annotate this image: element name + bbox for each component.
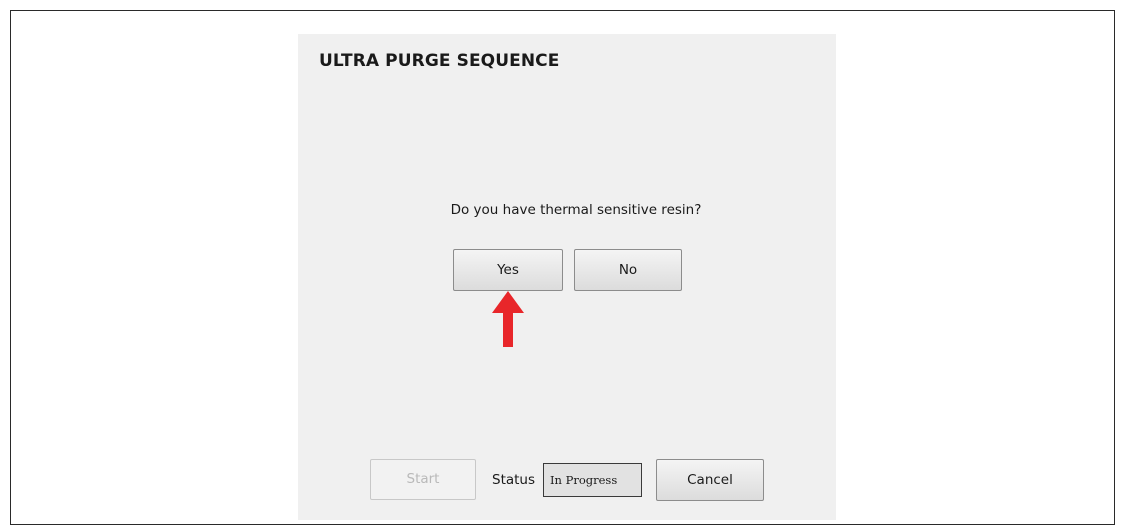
no-button[interactable]: No — [574, 249, 682, 291]
dialog-title: ULTRA PURGE SEQUENCE — [319, 51, 560, 71]
start-button[interactable]: Start — [370, 459, 476, 500]
yes-button[interactable]: Yes — [453, 249, 563, 291]
cancel-button[interactable]: Cancel — [656, 459, 764, 501]
status-label: Status — [492, 472, 536, 488]
ultra-purge-dialog: ULTRA PURGE SEQUENCE Do you have thermal… — [298, 34, 836, 520]
status-field: In Progress — [543, 463, 642, 497]
red-up-arrow-icon — [492, 291, 524, 347]
question-text: Do you have thermal sensitive resin? — [450, 202, 702, 218]
